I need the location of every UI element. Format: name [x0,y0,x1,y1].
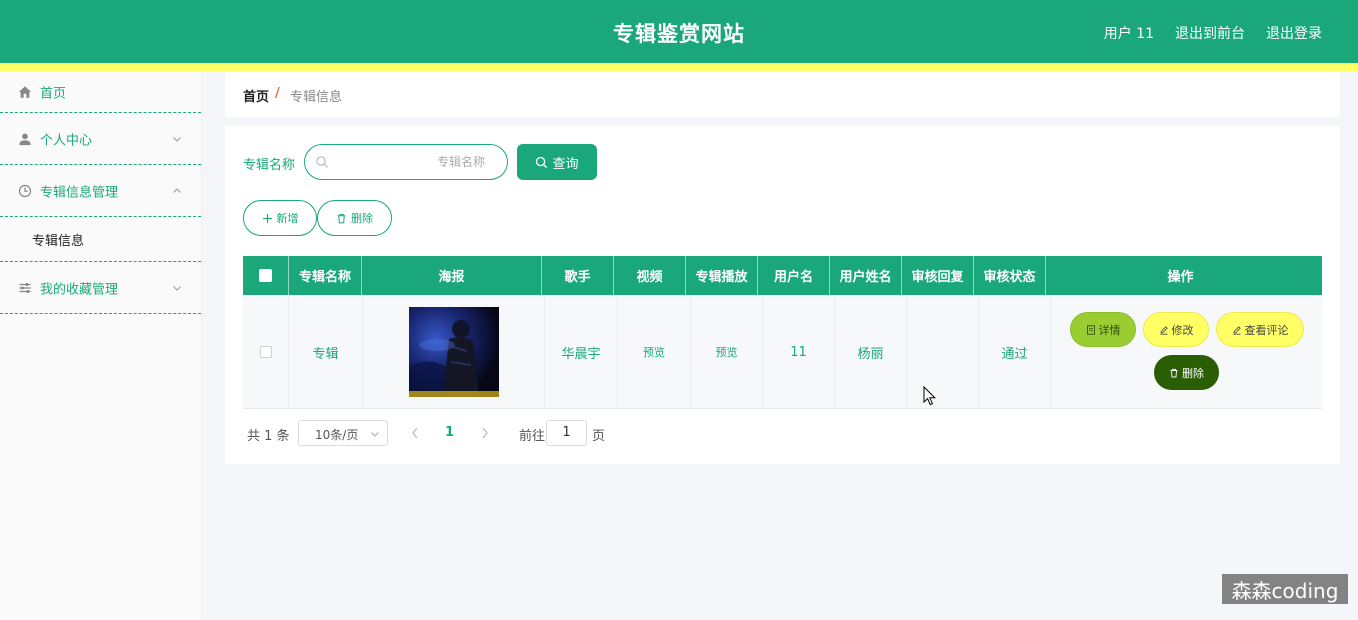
column-header-poster: 海报 [362,256,542,295]
edit-icon [1159,325,1168,335]
search-icon [316,156,328,168]
column-header-video: 视频 [614,256,686,295]
add-button-label: 新增 [276,212,299,225]
row-delete-button-label: 删除 [1182,366,1204,380]
pagination-total: 共 1 条 [247,429,290,444]
document-icon [1086,324,1095,335]
page-number-current[interactable]: 1 [445,425,454,440]
row-checkbox[interactable] [259,346,272,358]
edit-icon [1232,325,1241,335]
batch-delete-button-label: 删除 [351,212,373,225]
sidebar-item-personal-center[interactable]: 个人中心 [0,113,201,165]
sidebar-item-label: 首页 [40,86,67,101]
video-preview-link[interactable]: 预览 [618,295,691,409]
row-select-cell [243,295,289,409]
edit-button[interactable]: 修改 [1143,312,1209,347]
sidebar-item-label: 我的收藏管理 [40,282,119,297]
query-button[interactable]: 查询 [517,144,597,180]
view-comments-button-label: 查看评论 [1244,323,1289,337]
sidebar-item-label: 个人中心 [40,133,93,148]
chevron-down-icon [173,285,181,291]
top-links: 用户 11 退出到前台 退出登录 [1104,23,1322,43]
view-comments-button[interactable]: 查看评论 [1216,312,1304,347]
user-fullname-cell: 杨丽 [835,295,907,409]
album-play-preview-link[interactable]: 预览 [691,295,763,409]
clock-icon [18,184,32,197]
sidebar-item-album-management[interactable]: 专辑信息管理 [0,165,201,217]
top-bar: 专辑鉴赏网站 用户 11 退出到前台 退出登录 [0,0,1358,63]
column-header-singer: 歌手 [542,256,614,295]
column-header-review-status: 审核状态 [974,256,1046,295]
goto-unit: 页 [592,429,606,444]
sidebar-item-label: 专辑信息管理 [40,185,119,200]
album-name-cell: 专辑 [289,295,363,409]
back-to-frontend-link[interactable]: 退出到前台 [1175,23,1245,43]
header-accent-stripe [0,63,1358,71]
search-field[interactable] [304,144,508,180]
actions-cell: 详情 修改 查看评论 删除 [1051,295,1322,409]
trash-icon [1170,368,1178,377]
column-header-actions: 操作 [1167,270,1194,285]
plus-icon [262,213,272,223]
trash-icon [337,213,346,223]
sidebar-item-favorites-management[interactable]: 我的收藏管理 [0,262,201,314]
column-header-username: 用户名 [758,256,830,295]
detail-button[interactable]: 详情 [1070,312,1136,347]
search-input[interactable] [335,151,485,173]
page-size-select[interactable]: 10条/页 [298,420,388,446]
row-delete-button[interactable]: 删除 [1154,355,1219,390]
mouse-cursor-icon [923,386,937,406]
user-account-link[interactable]: 用户 11 [1104,23,1154,43]
pagination: 共 1 条 10条/页 1 前往 1 页 [247,420,747,446]
add-button[interactable]: 新增 [243,200,317,236]
poster-cell [363,295,545,409]
prev-page-icon[interactable] [410,426,420,440]
sidebar: 首页 个人中心 专辑信息管理 专辑信息 我的收藏管理 [0,71,202,620]
column-header-album-name: 专辑名称 [289,256,362,295]
edit-button-label: 修改 [1171,323,1194,337]
chevron-down-icon [173,136,181,142]
album-poster-image[interactable] [408,307,499,397]
sidebar-item-home[interactable]: 首页 [0,71,201,113]
watermark: 森森coding [1222,574,1348,604]
review-reply-cell [907,295,979,409]
column-header-review-reply: 审核回复 [902,256,974,295]
goto-page-input[interactable]: 1 [546,420,587,446]
detail-button-label: 详情 [1098,323,1121,337]
album-table: 专辑名称 海报 歌手 视频 专辑播放 用户名 用户姓名 审核回复 审核状态 操作… [243,256,1322,409]
main-panel: 专辑名称 查询 新增 删除 专辑名称 海报 歌手 视频 专辑播放 用户名 用户姓… [225,126,1340,464]
page-size-value: 10条/页 [315,428,359,442]
singer-cell: 华晨宇 [545,295,618,409]
logout-link[interactable]: 退出登录 [1266,23,1322,43]
chevron-down-icon [371,432,379,437]
query-button-label: 查询 [552,156,579,172]
sidebar-subitem-label: 专辑信息 [32,234,85,249]
table-header: 专辑名称 海报 歌手 视频 专辑播放 用户名 用户姓名 审核回复 审核状态 操作 [243,256,1322,295]
breadcrumb-separator: / [275,86,280,101]
select-all-cell [243,256,289,295]
next-page-icon[interactable] [480,426,490,440]
column-header-user-fullname: 用户姓名 [830,256,902,295]
goto-label: 前往 [519,429,546,444]
batch-delete-button[interactable]: 删除 [317,200,392,236]
username-cell: 11 [763,295,835,409]
search-label: 专辑名称 [243,158,296,173]
column-header-album-play: 专辑播放 [686,256,758,295]
search-icon [536,156,548,168]
breadcrumb-current: 专辑信息 [290,90,343,105]
table-row: 专辑 华晨宇 预览 预览 11 杨丽 通过 详情 修改 查看评论 删除 [243,295,1322,409]
select-all-checkbox[interactable] [259,269,272,282]
sidebar-subitem-album-info[interactable]: 专辑信息 [0,217,201,262]
review-status-cell: 通过 [979,295,1051,409]
chevron-up-icon [173,187,181,193]
sliders-icon [19,282,31,293]
user-icon [19,132,31,145]
breadcrumb: 首页 / 专辑信息 [225,71,1340,117]
breadcrumb-home[interactable]: 首页 [243,86,269,105]
home-icon [18,85,32,98]
